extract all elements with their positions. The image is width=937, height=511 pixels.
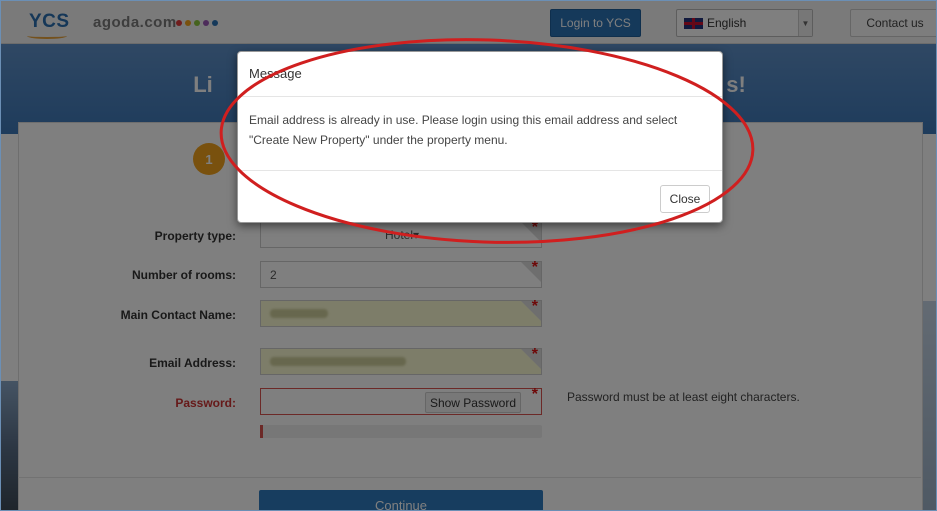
annotation-ellipse bbox=[219, 38, 755, 244]
browser-frame: YCS agoda.com Login to YCS English ▼ Con… bbox=[0, 0, 937, 511]
